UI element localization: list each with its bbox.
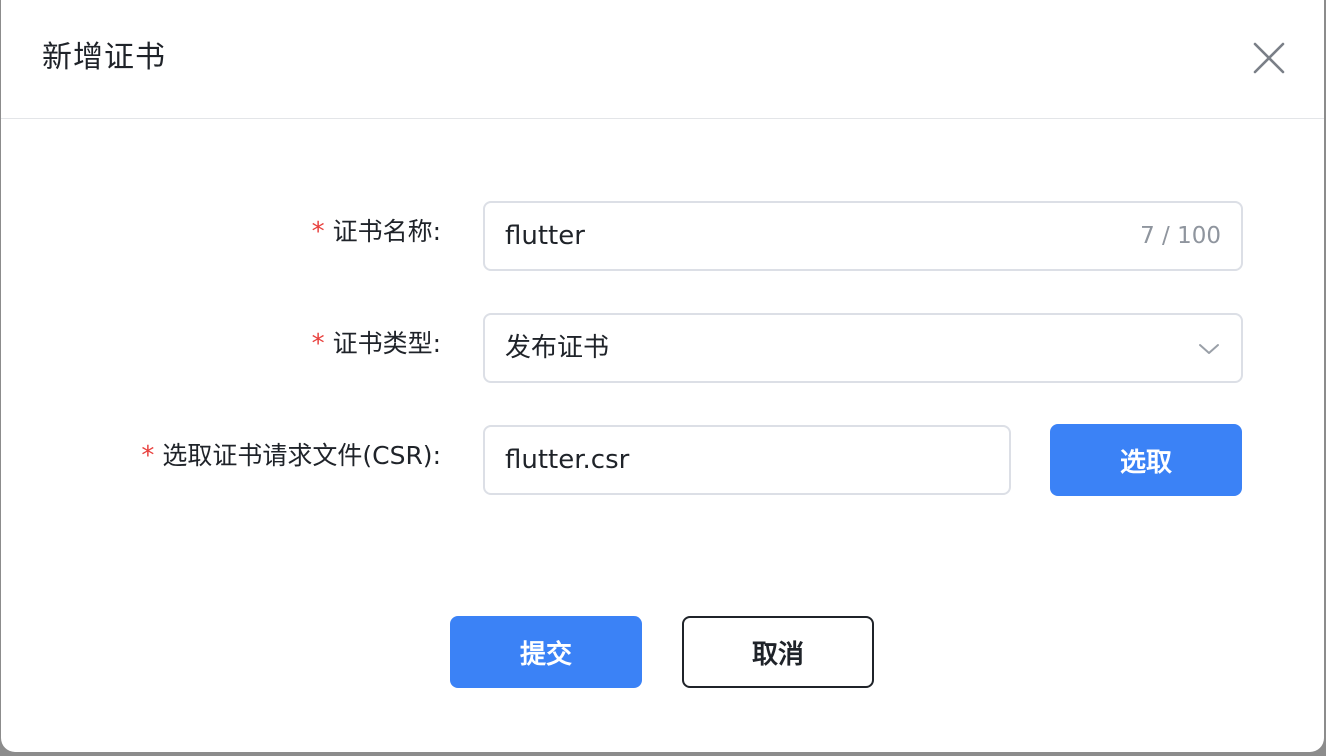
certificate-type-label: * 证书类型:	[312, 324, 441, 364]
required-mark: *	[311, 217, 325, 247]
char-counter: 7 / 100	[1140, 223, 1221, 249]
dialog-title: 新增证书	[42, 40, 166, 75]
close-button[interactable]	[1249, 38, 1289, 78]
certificate-type-select[interactable]: 发布证书	[483, 313, 1243, 383]
add-certificate-dialog: 新增证书 *证书名称: 7 / 100 *证书类型: 发布证书 *选取证书请求文…	[1, 0, 1324, 752]
csr-file-input[interactable]	[505, 427, 985, 493]
dialog-header: 新增证书	[1, 0, 1324, 119]
close-icon	[1253, 42, 1285, 74]
certificate-type-value: 发布证书	[505, 333, 610, 363]
required-mark: *	[311, 329, 325, 359]
certificate-type-label-text: 证书类型:	[332, 329, 441, 358]
certificate-name-input[interactable]	[505, 203, 1065, 269]
required-mark: *	[141, 441, 155, 471]
submit-button[interactable]: 提交	[450, 616, 642, 688]
csr-file-label: * 选取证书请求文件(CSR):	[141, 436, 441, 476]
csr-file-label-text: 选取证书请求文件(CSR):	[162, 441, 441, 470]
certificate-name-label: * 证书名称:	[312, 212, 441, 252]
certificate-name-label-text: 证书名称:	[332, 217, 441, 246]
chevron-down-icon	[1199, 344, 1219, 354]
csr-file-field[interactable]	[483, 425, 1011, 495]
cancel-button[interactable]: 取消	[682, 616, 874, 688]
pick-file-button[interactable]: 选取	[1050, 424, 1242, 496]
certificate-name-field[interactable]: 7 / 100	[483, 201, 1243, 271]
